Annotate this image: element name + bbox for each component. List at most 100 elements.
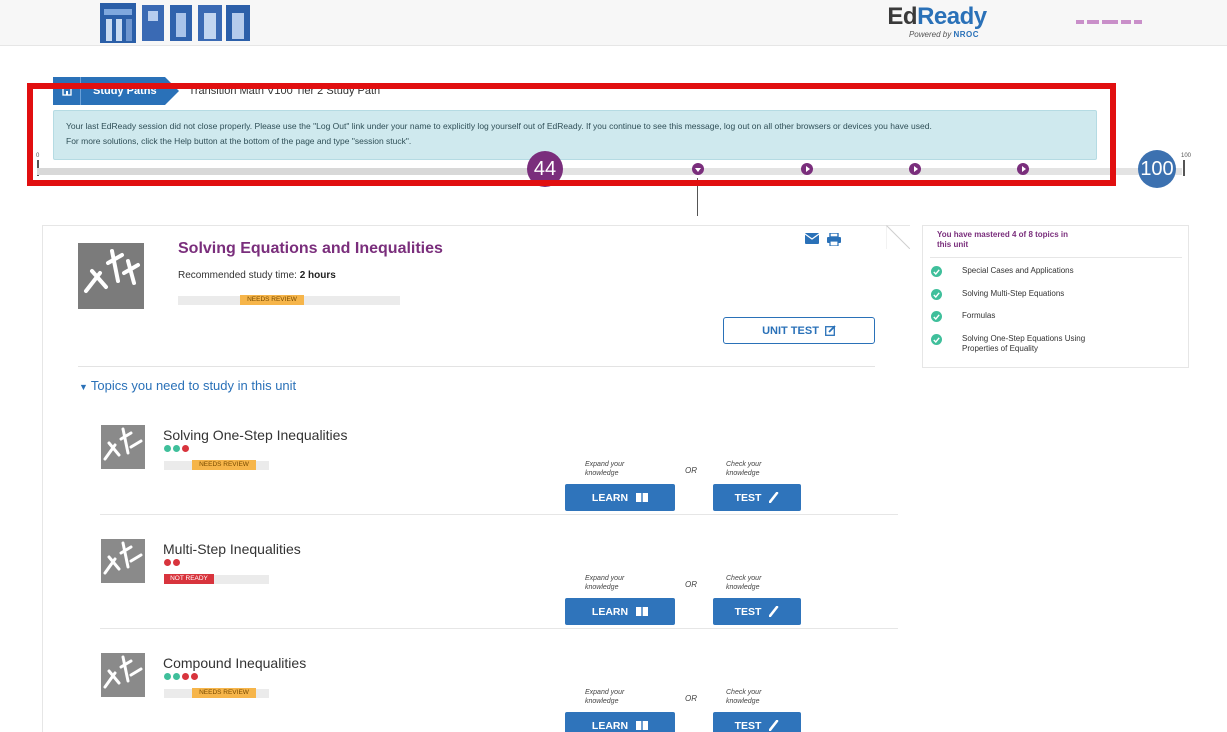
- powered-by: Powered by NROC: [908, 30, 980, 39]
- caret-down-icon: ▼: [79, 382, 88, 392]
- mastery-dot: [191, 673, 198, 680]
- print-icon[interactable]: [827, 233, 841, 246]
- topic-status-badge: NOT READY: [164, 574, 214, 584]
- breadcrumb-current-path: Transition Math V100 Tier 2 Study Path: [188, 85, 381, 97]
- mastery-dots: [164, 673, 198, 680]
- mastered-topic-label: Solving Multi-Step Equations: [962, 289, 1065, 298]
- unit-marker-next-1[interactable]: [801, 163, 813, 175]
- mastery-dots: [164, 559, 180, 566]
- learn-label: LEARN: [591, 491, 629, 504]
- mastery-dot: [182, 673, 189, 680]
- mastered-topic-item[interactable]: Formulas: [931, 311, 1122, 322]
- check-knowledge-label: Check your knowledge: [726, 461, 762, 477]
- mastered-topic-item[interactable]: Special Cases and Applications: [931, 266, 1122, 277]
- topic-status-badge: NEEDS REVIEW: [192, 460, 256, 470]
- book-icon: [636, 493, 649, 502]
- mastery-dot: [164, 673, 171, 680]
- or-label: OR: [685, 580, 697, 589]
- learn-label: LEARN: [591, 605, 629, 618]
- unit-marker-stem: [697, 178, 698, 216]
- mastery-dots: [164, 445, 189, 452]
- unit-title: Solving Equations and Inequalities: [178, 240, 443, 257]
- scale-fill: [37, 168, 541, 175]
- target-score: 100: [1138, 150, 1176, 188]
- breadcrumb-study-paths[interactable]: Study Paths: [81, 77, 179, 105]
- edit-icon: [824, 325, 836, 336]
- study-time: Recommended study time: 2 hours: [178, 270, 336, 281]
- book-icon: [636, 721, 649, 730]
- scale-max-tick: [1183, 160, 1185, 176]
- learn-button[interactable]: LEARN: [565, 598, 675, 625]
- check-circle-icon: [931, 266, 942, 277]
- mastered-topic-label: Formulas: [962, 311, 996, 320]
- topic-title[interactable]: Solving One-Step Inequalities: [163, 427, 347, 443]
- check-circle-icon: [931, 311, 942, 322]
- progress-scale: [37, 166, 1182, 176]
- brand-ed: Ed: [887, 3, 918, 30]
- or-label: OR: [685, 466, 697, 475]
- session-alert: Your last EdReady session did not close …: [53, 110, 1097, 160]
- unit-thumbnail: [78, 243, 144, 309]
- test-button[interactable]: TEST: [713, 712, 801, 732]
- mastered-topic-item[interactable]: Solving One-Step Equations Using Propert…: [931, 334, 1122, 354]
- breadcrumb: Study Paths Transition Math V100 Tier 2 …: [53, 77, 380, 105]
- book-icon: [636, 607, 649, 616]
- user-menu[interactable]: [1076, 20, 1142, 26]
- learn-label: LEARN: [591, 719, 629, 732]
- email-icon[interactable]: [805, 233, 819, 244]
- mastery-dot: [182, 445, 189, 452]
- unit-status-badge: NEEDS REVIEW: [240, 295, 304, 305]
- topic-thumbnail: [101, 653, 145, 697]
- test-button[interactable]: TEST: [713, 484, 801, 511]
- alert-line-1: Your last EdReady session did not close …: [66, 121, 932, 131]
- topic-title[interactable]: Compound Inequalities: [163, 655, 306, 671]
- expand-knowledge-label: Expand your knowledge: [585, 575, 625, 591]
- unit-divider: [78, 366, 875, 367]
- topic-separator: [100, 628, 898, 629]
- mastery-dot: [173, 445, 180, 452]
- edready-logo[interactable]: EdReady Powered by NROC: [872, 4, 1002, 44]
- pencil-icon: [769, 606, 779, 617]
- topics-toggle[interactable]: ▼ Topics you need to study in this unit: [79, 378, 296, 393]
- alert-line-2: For more solutions, click the Help butto…: [66, 136, 412, 146]
- scale-max-label: 100: [1181, 153, 1192, 159]
- expand-knowledge-label: Expand your knowledge: [585, 461, 625, 477]
- mastery-dot: [173, 559, 180, 566]
- topic-thumbnail: [101, 539, 145, 583]
- mastered-topic-label: Solving One-Step Equations Using Propert…: [962, 334, 1086, 353]
- mastery-dot: [164, 559, 171, 566]
- test-button[interactable]: TEST: [713, 598, 801, 625]
- pencil-icon: [769, 492, 779, 503]
- mastery-dot: [164, 445, 171, 452]
- pitt-logo[interactable]: [100, 3, 252, 43]
- home-icon[interactable]: [53, 77, 81, 105]
- test-label: TEST: [734, 719, 762, 732]
- mastered-topic-item[interactable]: Solving Multi-Step Equations: [931, 289, 1122, 300]
- unit-test-button[interactable]: UNIT TEST: [723, 317, 875, 344]
- learn-button[interactable]: LEARN: [565, 484, 675, 511]
- check-knowledge-label: Check your knowledge: [726, 575, 762, 591]
- expand-knowledge-label: Expand your knowledge: [585, 689, 625, 705]
- scale-min-label: 0: [36, 153, 40, 159]
- mastered-topic-label: Special Cases and Applications: [962, 266, 1074, 275]
- current-score: 44: [527, 151, 563, 187]
- or-label: OR: [685, 694, 697, 703]
- pencil-icon: [769, 720, 779, 731]
- mastery-dot: [173, 673, 180, 680]
- mastery-heading: You have mastered 4 of 8 topics in this …: [937, 230, 1068, 249]
- sidebar-divider: [930, 257, 1182, 258]
- unit-marker-current[interactable]: [692, 163, 704, 175]
- topic-title[interactable]: Multi-Step Inequalities: [163, 541, 301, 557]
- test-label: TEST: [734, 605, 762, 618]
- topic-status-badge: NEEDS REVIEW: [192, 688, 256, 698]
- check-circle-icon: [931, 334, 942, 345]
- page-fold: [886, 225, 910, 249]
- topic-separator: [100, 514, 898, 515]
- unit-marker-next-2[interactable]: [909, 163, 921, 175]
- unit-marker-next-3[interactable]: [1017, 163, 1029, 175]
- card-actions: [805, 233, 841, 246]
- check-circle-icon: [931, 289, 942, 300]
- test-label: TEST: [734, 491, 762, 504]
- topic-thumbnail: [101, 425, 145, 469]
- learn-button[interactable]: LEARN: [565, 712, 675, 732]
